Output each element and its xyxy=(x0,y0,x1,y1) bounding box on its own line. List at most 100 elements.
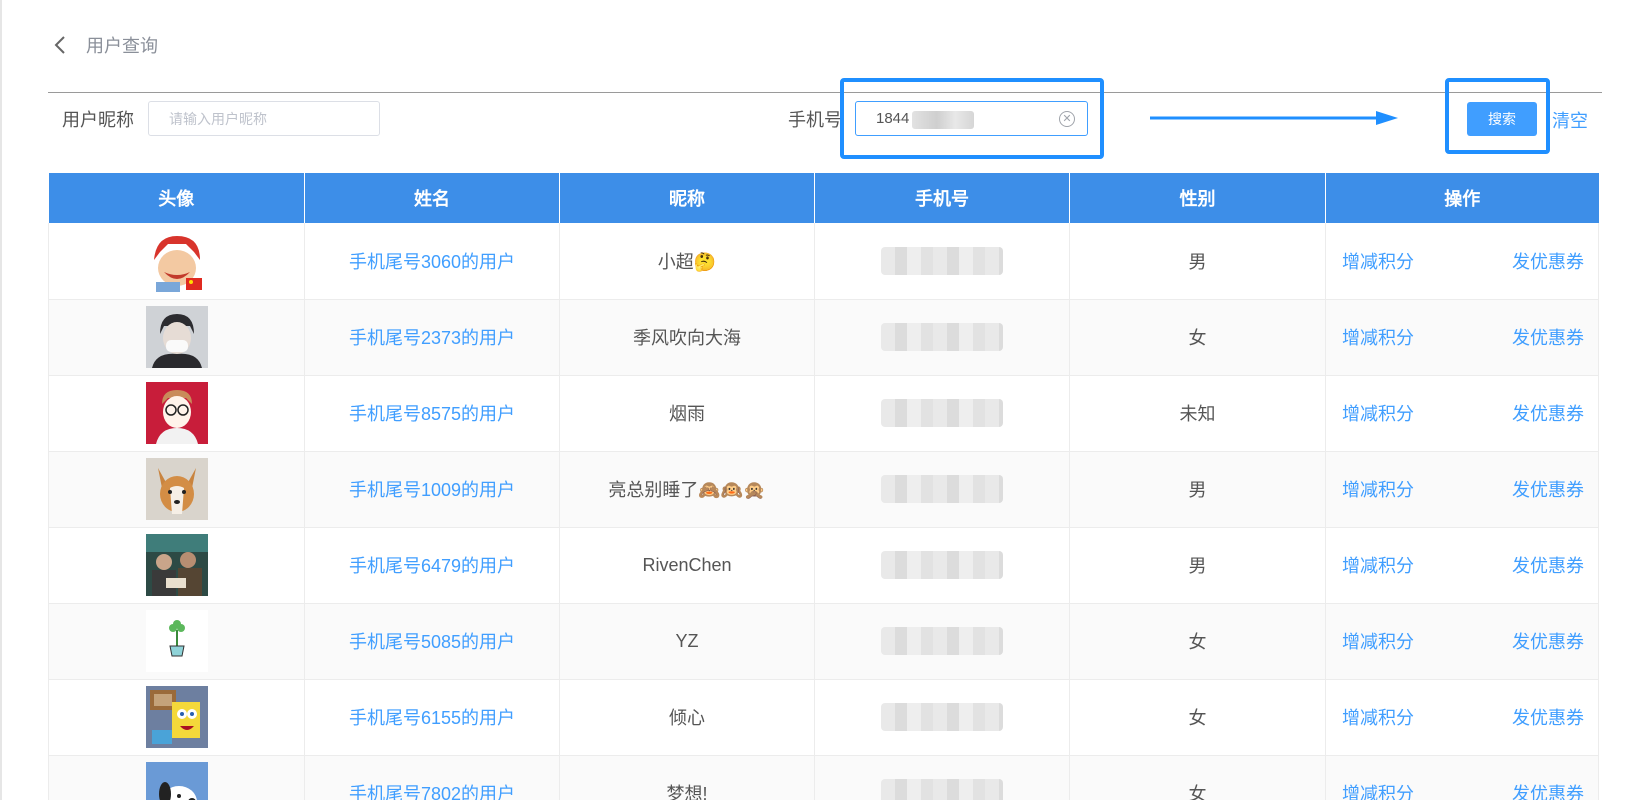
avatar-cell xyxy=(48,451,305,528)
nickname-input[interactable] xyxy=(148,101,380,136)
redacted-phone xyxy=(881,475,1003,503)
phone-cell xyxy=(814,603,1070,680)
gender-cell: 女 xyxy=(1069,755,1326,800)
name-cell: 手机尾号6479的用户 xyxy=(304,527,560,604)
send-coupon-link[interactable]: 发优惠券 xyxy=(1512,476,1584,502)
user-name-link[interactable]: 手机尾号3060的用户 xyxy=(349,252,515,272)
name-cell: 手机尾号2373的用户 xyxy=(304,299,560,376)
nickname-cell: 季风吹向大海 xyxy=(559,299,815,376)
avatar xyxy=(145,458,208,520)
user-gender: 男 xyxy=(1188,480,1207,500)
user-gender: 男 xyxy=(1188,556,1207,576)
adjust-points-link[interactable]: 增减积分 xyxy=(1342,324,1414,350)
send-coupon-link[interactable]: 发优惠券 xyxy=(1512,248,1584,274)
user-gender: 女 xyxy=(1188,784,1207,800)
avatar xyxy=(145,534,208,596)
name-cell: 手机尾号6155的用户 xyxy=(304,679,560,756)
user-name-link[interactable]: 手机尾号6479的用户 xyxy=(349,556,515,576)
user-nickname: 烟雨 xyxy=(669,404,705,424)
send-coupon-link[interactable]: 发优惠券 xyxy=(1512,628,1584,654)
gender-cell: 女 xyxy=(1069,299,1326,376)
user-gender: 女 xyxy=(1188,708,1207,728)
send-coupon-link[interactable]: 发优惠券 xyxy=(1512,704,1584,730)
user-gender: 男 xyxy=(1188,251,1207,272)
actions-cell: 增减积分 发优惠券 xyxy=(1325,451,1599,528)
user-nickname: 梦想! xyxy=(666,784,708,800)
user-gender: 未知 xyxy=(1179,404,1216,424)
redacted-phone xyxy=(881,779,1003,800)
gender-cell: 女 xyxy=(1069,679,1326,756)
column-header-nickname: 昵称 xyxy=(559,173,815,223)
name-cell: 手机尾号5085的用户 xyxy=(304,603,560,680)
phone-label: 手机号 xyxy=(788,110,842,130)
adjust-points-link[interactable]: 增减积分 xyxy=(1342,400,1414,426)
redacted-phone xyxy=(881,246,1003,275)
user-nickname: 亮总别睡了🙈🙉🙊 xyxy=(608,480,766,500)
redacted-phone xyxy=(881,703,1003,731)
adjust-points-link[interactable]: 增减积分 xyxy=(1342,248,1414,274)
table-header-row: 头像 姓名 昵称 手机号 性别 操作 xyxy=(48,173,1599,223)
redacted-phone xyxy=(881,551,1003,579)
send-coupon-link[interactable]: 发优惠券 xyxy=(1512,552,1584,578)
table-row: 手机尾号6479的用户 RivenChen 男 增减积分 发优惠券 xyxy=(48,527,1599,604)
column-header-avatar: 头像 xyxy=(48,173,305,223)
user-name-link[interactable]: 手机尾号6155的用户 xyxy=(349,708,515,728)
user-nickname: 季风吹向大海 xyxy=(633,328,741,348)
user-nickname: 倾心 xyxy=(669,708,705,728)
table-row: 手机尾号6155的用户 倾心 女 增减积分 发优惠券 xyxy=(48,679,1599,756)
user-name-link[interactable]: 手机尾号8575的用户 xyxy=(349,404,515,424)
user-name-link[interactable]: 手机尾号2373的用户 xyxy=(349,328,515,348)
name-cell: 手机尾号7802的用户 xyxy=(304,755,560,800)
redacted-phone xyxy=(881,627,1003,655)
adjust-points-link[interactable]: 增减积分 xyxy=(1342,476,1414,502)
phone-field[interactable]: ✕ xyxy=(855,101,1088,136)
adjust-points-link[interactable]: 增减积分 xyxy=(1342,628,1414,654)
gender-cell: 未知 xyxy=(1069,375,1326,452)
back-button[interactable] xyxy=(46,31,74,59)
adjust-points-link[interactable]: 增减积分 xyxy=(1342,780,1414,800)
send-coupon-link[interactable]: 发优惠券 xyxy=(1512,400,1584,426)
actions-cell: 增减积分 发优惠券 xyxy=(1325,527,1599,604)
gender-cell: 男 xyxy=(1069,451,1326,528)
name-cell: 手机尾号3060的用户 xyxy=(304,223,560,300)
phone-cell xyxy=(814,223,1070,300)
actions-cell: 增减积分 发优惠券 xyxy=(1325,375,1599,452)
phone-cell xyxy=(814,679,1070,756)
user-name-link[interactable]: 手机尾号5085的用户 xyxy=(349,632,515,652)
avatar xyxy=(145,382,208,444)
table-row: 手机尾号1009的用户 亮总别睡了🙈🙉🙊 男 增减积分 发优惠券 xyxy=(48,451,1599,528)
redacted-phone xyxy=(881,323,1003,351)
user-name-link[interactable]: 手机尾号7802的用户 xyxy=(349,784,515,800)
phone-cell xyxy=(814,299,1070,376)
send-coupon-link[interactable]: 发优惠券 xyxy=(1512,324,1584,350)
page-header: 用户查询 xyxy=(46,28,158,62)
avatar xyxy=(145,686,208,748)
clear-button[interactable]: 清空 xyxy=(1552,107,1588,133)
adjust-points-link[interactable]: 增减积分 xyxy=(1342,704,1414,730)
nickname-cell: 倾心 xyxy=(559,679,815,756)
avatar xyxy=(145,306,208,368)
adjust-points-link[interactable]: 增减积分 xyxy=(1342,552,1414,578)
table-body: 手机尾号3060的用户 小超🤔 男增减积分 发优惠券 手机尾号2373的用户 季风吹向大海… xyxy=(48,223,1599,800)
phone-cell xyxy=(814,755,1070,800)
table-row: 手机尾号5085的用户 YZ 女 增减积分 发优惠券 xyxy=(48,603,1599,680)
table-row: 手机尾号8575的用户 烟雨 未知 增减积分 发优惠券 xyxy=(48,375,1599,452)
phone-cell xyxy=(814,527,1070,604)
user-nickname: YZ xyxy=(675,630,699,651)
clear-input-icon[interactable]: ✕ xyxy=(1059,111,1075,127)
avatar xyxy=(145,610,208,672)
user-gender: 女 xyxy=(1188,328,1207,348)
actions-cell: 增减积分 发优惠券 xyxy=(1325,299,1599,376)
user-nickname: 小超🤔 xyxy=(657,251,717,272)
avatar-cell xyxy=(48,375,305,452)
nickname-cell: RivenChen xyxy=(559,527,815,604)
avatar-cell xyxy=(48,299,305,376)
user-name-link[interactable]: 手机尾号1009的用户 xyxy=(349,480,515,500)
search-button[interactable]: 搜索 xyxy=(1467,102,1537,136)
send-coupon-link[interactable]: 发优惠券 xyxy=(1512,780,1584,800)
redacted-phone xyxy=(881,399,1003,427)
nickname-cell: 梦想! xyxy=(559,755,815,800)
actions-cell: 增减积分 发优惠券 xyxy=(1325,223,1599,300)
avatar-cell xyxy=(48,527,305,604)
gender-cell: 男 xyxy=(1069,527,1326,604)
